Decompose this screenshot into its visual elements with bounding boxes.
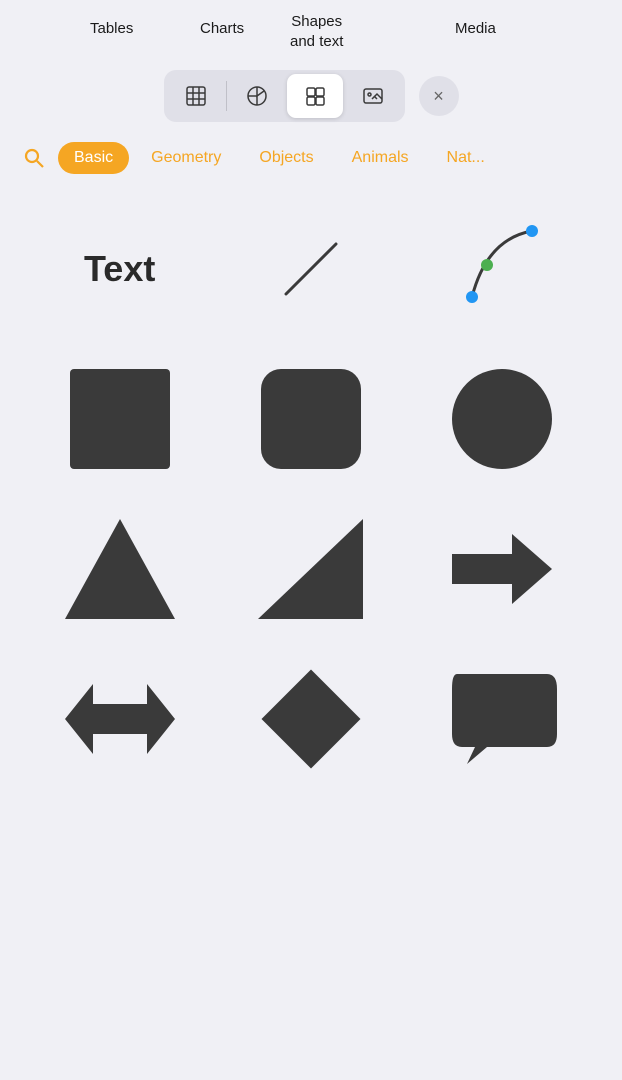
line-svg <box>271 229 351 309</box>
shape-right-triangle[interactable] <box>215 504 406 634</box>
shape-double-arrow[interactable] <box>24 654 215 784</box>
cat-nature[interactable]: Nat... <box>431 142 501 174</box>
label-media: Media <box>455 20 496 37</box>
top-labels: Tables Charts Shapesand text Media <box>0 0 622 70</box>
tab-tables[interactable] <box>168 74 224 118</box>
tab-charts[interactable] <box>229 74 285 118</box>
shape-square[interactable] <box>24 354 215 484</box>
cat-animals[interactable]: Animals <box>336 142 425 174</box>
shape-line[interactable] <box>215 204 406 334</box>
cat-objects[interactable]: Objects <box>243 142 329 174</box>
speech-bubble-svg <box>447 669 557 769</box>
text-label: Text <box>84 248 155 290</box>
triangle-shape <box>65 519 175 619</box>
curve-svg <box>452 219 552 319</box>
toolbar-group <box>164 70 405 122</box>
circle-shape <box>452 369 552 469</box>
shape-curve[interactable] <box>407 204 598 334</box>
shape-triangle[interactable] <box>24 504 215 634</box>
shape-arrow[interactable] <box>407 504 598 634</box>
cat-geometry[interactable]: Geometry <box>135 142 237 174</box>
diamond-shape <box>261 670 360 769</box>
shape-rounded-rect[interactable] <box>215 354 406 484</box>
square-shape <box>70 369 170 469</box>
shape-text[interactable]: Text <box>24 204 215 334</box>
close-icon: × <box>433 86 444 107</box>
search-button[interactable] <box>16 140 52 176</box>
cat-basic[interactable]: Basic <box>58 142 129 174</box>
label-charts: Charts <box>200 20 244 37</box>
rounded-rect-shape <box>261 369 361 469</box>
tab-media[interactable] <box>345 74 401 118</box>
shape-speech-bubble[interactable] <box>407 654 598 784</box>
label-tables: Tables <box>90 20 133 37</box>
toolbar: × <box>0 60 622 132</box>
shapes-grid: Text <box>0 188 622 800</box>
double-arrow-svg <box>65 674 175 764</box>
close-button[interactable]: × <box>419 76 459 116</box>
right-triangle-svg <box>258 519 363 619</box>
category-row: Basic Geometry Objects Animals Nat... <box>0 132 622 188</box>
shape-circle[interactable] <box>407 354 598 484</box>
shape-diamond[interactable] <box>215 654 406 784</box>
tab-shapes[interactable] <box>287 74 343 118</box>
label-shapes: Shapesand text <box>290 12 343 51</box>
toolbar-divider <box>226 81 227 111</box>
arrow-right-svg <box>452 529 552 609</box>
